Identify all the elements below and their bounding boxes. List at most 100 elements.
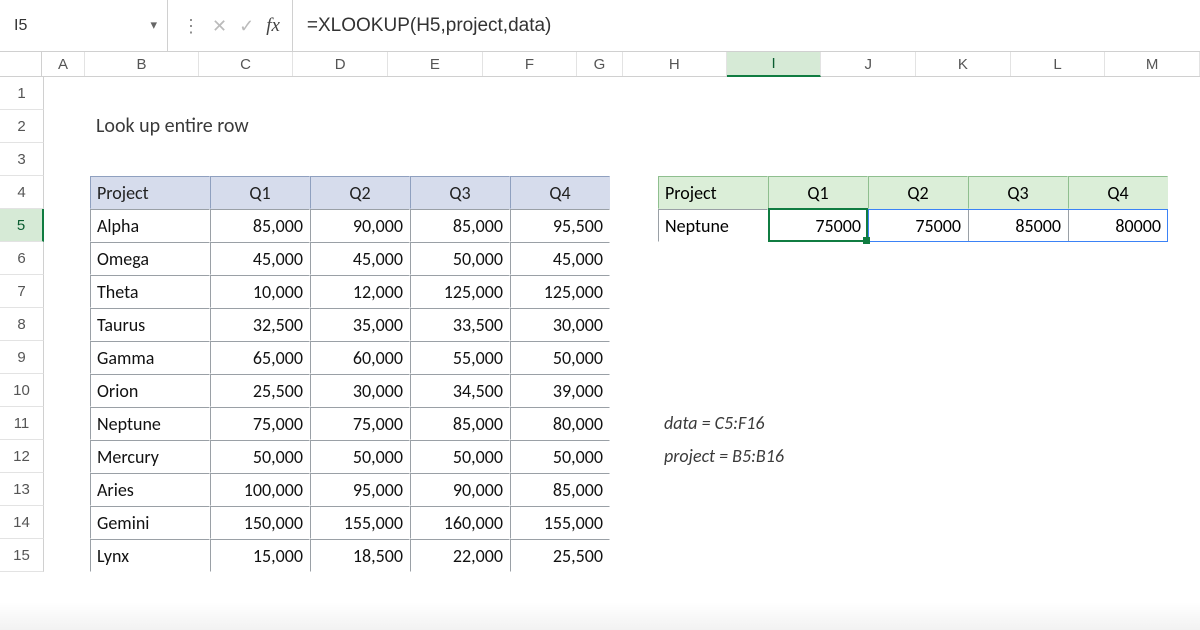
cell[interactable] — [310, 143, 410, 176]
cell[interactable] — [210, 143, 310, 176]
table-cell[interactable]: 155,000 — [510, 506, 610, 539]
table-cell[interactable]: Gamma — [90, 341, 210, 374]
table-cell[interactable]: 60,000 — [310, 341, 410, 374]
table-cell[interactable]: 80,000 — [510, 407, 610, 440]
row-header-9[interactable]: 9 — [0, 341, 44, 374]
cell[interactable] — [768, 539, 868, 572]
table-cell[interactable]: Omega — [90, 242, 210, 275]
table-cell[interactable]: 95,500 — [510, 209, 610, 242]
cell[interactable] — [968, 407, 1068, 440]
cell[interactable] — [1068, 77, 1168, 110]
cell[interactable] — [968, 242, 1068, 275]
cell[interactable] — [610, 77, 658, 110]
table-cell[interactable]: 45,000 — [510, 242, 610, 275]
cell[interactable] — [610, 143, 658, 176]
cell[interactable] — [90, 143, 210, 176]
cell[interactable] — [1068, 143, 1168, 176]
cell[interactable] — [1068, 473, 1168, 506]
cell[interactable] — [868, 506, 968, 539]
cell[interactable] — [868, 143, 968, 176]
cell[interactable] — [1168, 341, 1200, 374]
col-header-G[interactable]: G — [577, 52, 622, 76]
cell[interactable] — [1168, 473, 1200, 506]
cell[interactable] — [310, 77, 410, 110]
cell[interactable] — [510, 110, 610, 143]
enter-icon[interactable]: ✓ — [239, 15, 254, 37]
cell[interactable] — [1068, 374, 1168, 407]
cell[interactable] — [610, 374, 658, 407]
table-cell[interactable]: 25,500 — [510, 539, 610, 572]
col-header-H[interactable]: H — [623, 52, 727, 76]
table-cell[interactable]: 32,500 — [210, 308, 310, 341]
cell[interactable] — [1168, 374, 1200, 407]
table-cell[interactable]: Orion — [90, 374, 210, 407]
cell[interactable] — [44, 374, 90, 407]
row-header-5[interactable]: 5 — [0, 209, 44, 242]
cell[interactable] — [768, 308, 868, 341]
table-cell[interactable]: Mercury — [90, 440, 210, 473]
col-header-A[interactable]: A — [42, 52, 86, 76]
col-header-M[interactable]: M — [1105, 52, 1200, 76]
cell[interactable] — [44, 341, 90, 374]
table-cell[interactable]: 39,000 — [510, 374, 610, 407]
cell[interactable] — [768, 275, 868, 308]
table-cell[interactable]: 85,000 — [410, 407, 510, 440]
table-header[interactable]: Project — [90, 176, 210, 209]
table-cell[interactable]: 22,000 — [410, 539, 510, 572]
page-title[interactable]: Look up entire row — [90, 110, 210, 143]
cell[interactable] — [868, 374, 968, 407]
cell[interactable] — [1168, 110, 1200, 143]
name-box-wrap[interactable]: I5 ▾ — [0, 0, 168, 51]
table-cell[interactable]: 65,000 — [210, 341, 310, 374]
row-header-11[interactable]: 11 — [0, 407, 44, 440]
table-cell[interactable]: 90,000 — [310, 209, 410, 242]
row-header-2[interactable]: 2 — [0, 110, 44, 143]
cell[interactable] — [968, 275, 1068, 308]
cell[interactable] — [44, 77, 90, 110]
cell[interactable] — [658, 143, 768, 176]
cell[interactable] — [44, 110, 90, 143]
lookup-result[interactable]: 85000 — [968, 209, 1068, 242]
table-cell[interactable]: 45,000 — [310, 242, 410, 275]
fx-icon[interactable]: fx — [266, 15, 280, 37]
cell[interactable] — [410, 143, 510, 176]
table-cell[interactable]: 50,000 — [510, 341, 610, 374]
row-header-10[interactable]: 10 — [0, 374, 44, 407]
table-cell[interactable]: 34,500 — [410, 374, 510, 407]
table-cell[interactable]: 25,500 — [210, 374, 310, 407]
cell[interactable] — [658, 77, 768, 110]
col-header-I[interactable]: I — [727, 52, 822, 77]
cell[interactable] — [968, 77, 1068, 110]
table-cell[interactable]: 50,000 — [210, 440, 310, 473]
row-header-3[interactable]: 3 — [0, 143, 44, 176]
cell[interactable] — [610, 242, 658, 275]
table-cell[interactable]: 10,000 — [210, 275, 310, 308]
table-cell[interactable]: 100,000 — [210, 473, 310, 506]
cell[interactable] — [658, 275, 768, 308]
cell[interactable] — [868, 539, 968, 572]
cell[interactable] — [44, 407, 90, 440]
table-cell[interactable]: Lynx — [90, 539, 210, 572]
cell[interactable] — [1168, 506, 1200, 539]
cell[interactable] — [1068, 242, 1168, 275]
cell[interactable] — [210, 77, 310, 110]
cell[interactable] — [868, 473, 968, 506]
cell[interactable] — [968, 539, 1068, 572]
row-header-6[interactable]: 6 — [0, 242, 44, 275]
cell[interactable] — [658, 308, 768, 341]
table-cell[interactable]: 125,000 — [510, 275, 610, 308]
cell[interactable] — [658, 506, 768, 539]
cell[interactable] — [1168, 275, 1200, 308]
cell[interactable] — [610, 275, 658, 308]
cell[interactable] — [868, 440, 968, 473]
cell[interactable] — [1168, 176, 1200, 209]
cell[interactable] — [968, 308, 1068, 341]
cell[interactable] — [610, 506, 658, 539]
col-header-J[interactable]: J — [821, 52, 916, 76]
row-header-7[interactable]: 7 — [0, 275, 44, 308]
cell[interactable] — [768, 506, 868, 539]
formula-input[interactable]: =XLOOKUP(H5,project,data) — [293, 0, 1200, 51]
col-header-E[interactable]: E — [388, 52, 483, 76]
cell[interactable] — [868, 341, 968, 374]
table-cell[interactable]: Alpha — [90, 209, 210, 242]
